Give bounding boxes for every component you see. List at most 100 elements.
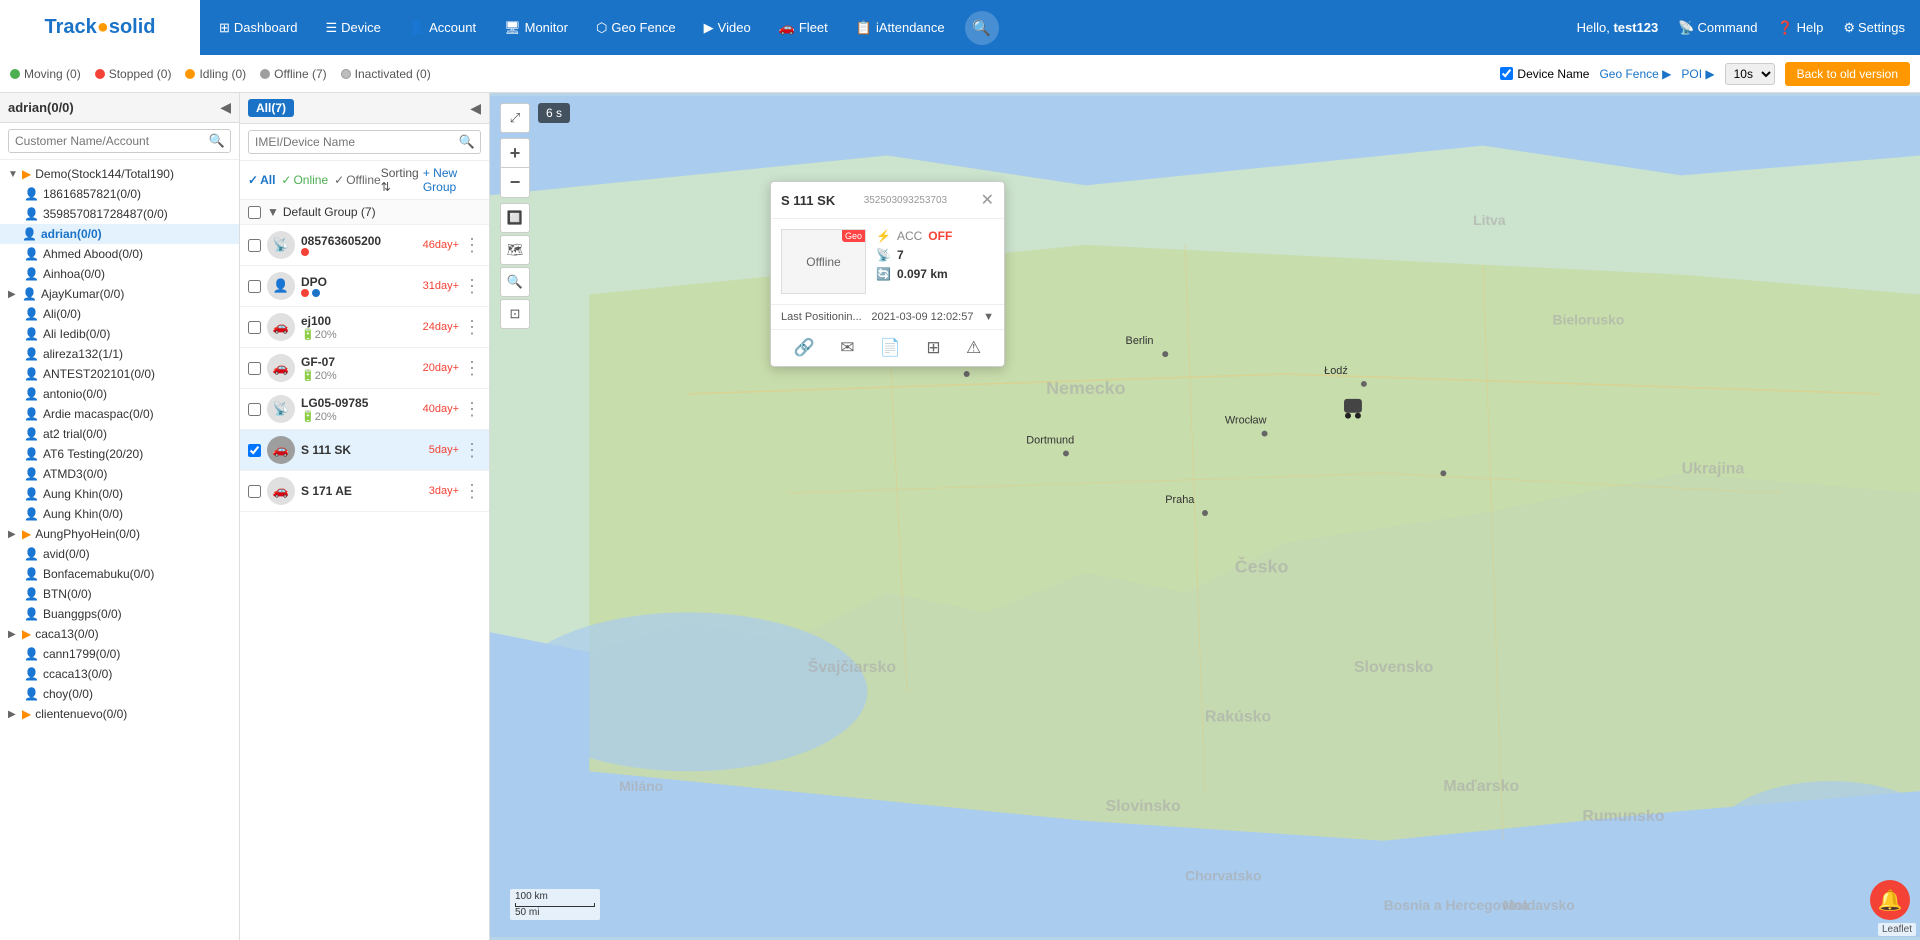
list-item[interactable]: 👤 antonio(0/0) [0, 384, 239, 404]
table-row[interactable]: 🚗 GF-07 🔋20% 20day+ ⋮ [240, 348, 489, 389]
list-item[interactable]: ▶ ▶ AungPhyoHein(0/0) [0, 524, 239, 544]
list-item[interactable]: 👤 AT6 Testing(20/20) [0, 444, 239, 464]
map-zoom-out-btn[interactable]: − [500, 168, 530, 198]
list-item[interactable]: 👤 ANTEST202101(0/0) [0, 364, 239, 384]
popup-link-btn[interactable]: 🔗 [794, 338, 815, 358]
list-item[interactable]: 👤 Ahmed Abood(0/0) [0, 244, 239, 264]
nav-item-iattendance[interactable]: 📋 iAttendance [842, 0, 959, 55]
table-row[interactable]: 📡 085763605200 46day+ ⋮ [240, 225, 489, 266]
list-item[interactable]: ▶ ▶ caca13(0/0) [0, 624, 239, 644]
device-checkbox[interactable] [248, 403, 261, 416]
nav-search-btn[interactable]: 🔍 [965, 11, 999, 45]
popup-position[interactable]: Last Positionin... 2021-03-09 12:02:57 ▼ [771, 304, 1004, 329]
nav-item-device[interactable]: ☰ Device [312, 0, 395, 55]
list-item[interactable]: 👤 avid(0/0) [0, 544, 239, 564]
list-item[interactable]: 👤 Ardie macaspac(0/0) [0, 404, 239, 424]
list-item[interactable]: ▶ ▶ clientenuevo(0/0) [0, 704, 239, 724]
sidebar-collapse-btn[interactable]: ◀ [220, 99, 231, 116]
list-item[interactable]: 👤 18616857821(0/0) [0, 184, 239, 204]
interval-select[interactable]: 10s30s1m5m [1725, 63, 1775, 85]
table-row[interactable]: 📡 LG05-09785 🔋20% 40day+ ⋮ [240, 389, 489, 430]
list-item[interactable]: ▼ ▶ Demo(Stock144/Total190) [0, 164, 239, 184]
map-layers-btn[interactable]: 🗺 [500, 235, 530, 265]
list-item[interactable]: 👤 Ali(0/0) [0, 304, 239, 324]
table-row[interactable]: 👤 DPO 31day+ ⋮ [240, 266, 489, 307]
status-idling[interactable]: Idling (0) [185, 67, 246, 81]
expand-chevron[interactable]: ▼ [267, 205, 279, 219]
notification-bell[interactable]: 🔔 [1870, 880, 1910, 920]
list-item[interactable]: 👤 ATMD3(0/0) [0, 464, 239, 484]
settings-link[interactable]: ⚙ Settings [1843, 20, 1905, 36]
popup-warning-btn[interactable]: ⚠ [966, 338, 981, 358]
list-item[interactable]: 👤 Buanggps(0/0) [0, 604, 239, 624]
list-item[interactable]: 👤 Ali Iedib(0/0) [0, 324, 239, 344]
list-item[interactable]: 👤 at2 trial(0/0) [0, 424, 239, 444]
map-select-btn[interactable]: 🔲 [500, 203, 530, 233]
map-controls-left: ⤢ [500, 103, 530, 133]
map-cluster-btn[interactable]: ⊡ [500, 299, 530, 329]
status-stopped[interactable]: Stopped (0) [95, 67, 172, 81]
list-item[interactable]: 👤 BTN(0/0) [0, 584, 239, 604]
table-row[interactable]: 🚗 S 171 AE 3day+ ⋮ [240, 471, 489, 512]
device-checkbox[interactable] [248, 444, 261, 457]
nav-item-monitor[interactable]: 🖥 Monitor [490, 0, 582, 55]
list-item[interactable]: 👤 359857081728487(0/0) [0, 204, 239, 224]
nav-item-dashboard[interactable]: ⊞ Dashboard [205, 0, 312, 55]
status-offline[interactable]: Offline (7) [260, 67, 326, 81]
device-panel-collapse-btn[interactable]: ◀ [470, 100, 481, 117]
status-inactivated[interactable]: Inactivated (0) [341, 67, 431, 81]
device-more-btn[interactable]: ⋮ [463, 317, 481, 338]
device-search-input[interactable] [248, 130, 481, 154]
list-item[interactable]: 👤 choy(0/0) [0, 684, 239, 704]
device-more-btn[interactable]: ⋮ [463, 235, 481, 256]
table-row[interactable]: 🚗 ej100 🔋20% 24day+ ⋮ [240, 307, 489, 348]
device-checkbox[interactable] [248, 321, 261, 334]
popup-email-btn[interactable]: ✉ [840, 338, 854, 358]
help-link[interactable]: ❓ Help [1777, 20, 1823, 36]
device-more-btn[interactable]: ⋮ [463, 440, 481, 461]
filter-all-btn[interactable]: ✓All [248, 173, 275, 187]
sorting-btn[interactable]: Sorting ⇅ [381, 166, 423, 194]
sidebar-search-input[interactable] [8, 129, 231, 153]
list-item[interactable]: ▶ 👤 AjayKumar(0/0) [0, 284, 239, 304]
group-checkbox[interactable] [248, 206, 261, 219]
list-item[interactable]: 👤 adrian(0/0) [0, 224, 239, 244]
device-more-btn[interactable]: ⋮ [463, 276, 481, 297]
svg-text:Rakúsko: Rakúsko [1205, 709, 1271, 726]
list-item[interactable]: 👤 Bonfacemabuku(0/0) [0, 564, 239, 584]
back-old-version-button[interactable]: Back to old version [1785, 62, 1910, 86]
filter-offline-btn[interactable]: ✓Offline [334, 173, 381, 187]
list-item[interactable]: 👤 alireza132(1/1) [0, 344, 239, 364]
popup-grid-btn[interactable]: ⊞ [926, 338, 940, 358]
device-checkbox[interactable] [248, 362, 261, 375]
nav-item-video[interactable]: ▶ Video [690, 0, 765, 55]
geo-fence-filter[interactable]: Geo Fence ▶ [1599, 67, 1671, 81]
device-checkbox[interactable] [248, 485, 261, 498]
nav-item-geofence[interactable]: ⬡ Geo Fence [582, 0, 690, 55]
table-row[interactable]: 🚗 S 111 SK 5day+ ⋮ [240, 430, 489, 471]
poi-filter[interactable]: POI ▶ [1681, 67, 1714, 81]
list-item[interactable]: 👤 Aung Khin(0/0) [0, 504, 239, 524]
device-name-toggle[interactable]: Device Name [1500, 67, 1589, 81]
list-item[interactable]: 👤 ccaca13(0/0) [0, 664, 239, 684]
filter-online-btn[interactable]: ✓Online [281, 173, 328, 187]
device-more-btn[interactable]: ⋮ [463, 481, 481, 502]
nav-item-fleet[interactable]: 🚗 Fleet [765, 0, 842, 55]
map-fullscreen-btn[interactable]: ⤢ [500, 103, 530, 133]
command-link[interactable]: 📡 Command [1678, 20, 1757, 36]
device-checkbox[interactable] [248, 280, 261, 293]
new-group-btn[interactable]: + New Group [423, 166, 481, 194]
status-moving[interactable]: Moving (0) [10, 67, 81, 81]
popup-doc-btn[interactable]: 📄 [880, 338, 901, 358]
map-search-location-btn[interactable]: 🔍 [500, 267, 530, 297]
device-name-checkbox[interactable] [1500, 67, 1513, 80]
popup-close-btn[interactable]: ✕ [981, 190, 994, 210]
device-checkbox[interactable] [248, 239, 261, 252]
device-more-btn[interactable]: ⋮ [463, 358, 481, 379]
map-zoom-in-btn[interactable]: + [500, 138, 530, 168]
list-item[interactable]: 👤 Ainhoa(0/0) [0, 264, 239, 284]
list-item[interactable]: 👤 Aung Khin(0/0) [0, 484, 239, 504]
device-more-btn[interactable]: ⋮ [463, 399, 481, 420]
list-item[interactable]: 👤 cann1799(0/0) [0, 644, 239, 664]
nav-item-account[interactable]: 👤 Account [395, 0, 490, 55]
